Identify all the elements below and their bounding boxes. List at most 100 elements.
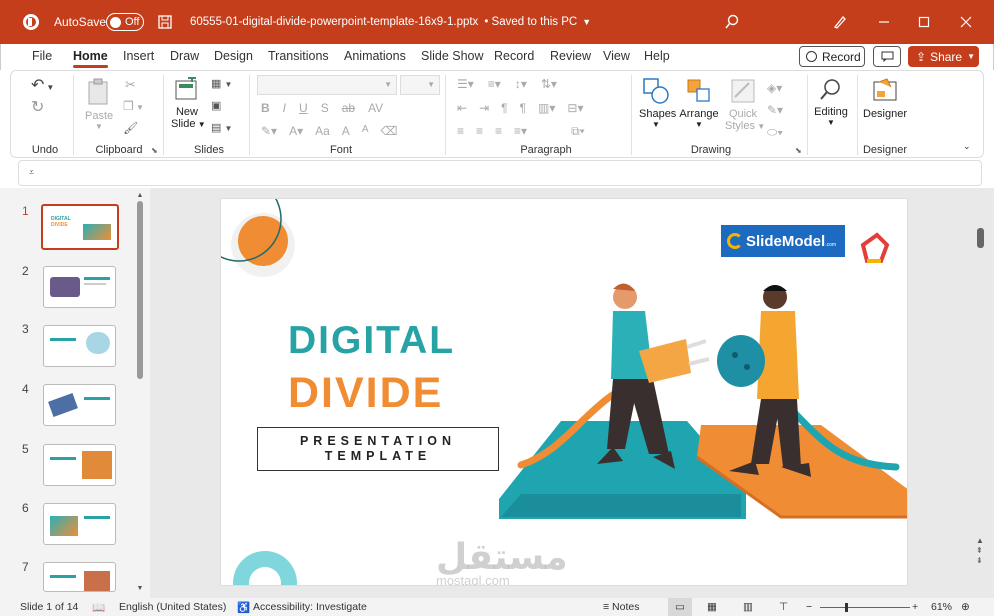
zoom-out-icon[interactable]: − bbox=[806, 601, 812, 613]
grow-font-button[interactable]: A bbox=[342, 124, 350, 138]
shadow-button[interactable]: S bbox=[321, 101, 329, 115]
editing-button[interactable]: Editing ▼ bbox=[811, 77, 851, 127]
zoom-level[interactable]: 61% bbox=[931, 601, 952, 613]
bold-button[interactable]: B bbox=[261, 101, 270, 115]
shape-effects-icon[interactable]: ⬭▾ bbox=[767, 121, 783, 143]
arrange-button[interactable]: Arrange ▼ bbox=[679, 77, 719, 129]
slide-scrollbar[interactable]: ▲ ⇞ ⇟ bbox=[976, 190, 986, 596]
zoom-slider[interactable] bbox=[820, 603, 910, 612]
align-left-icon[interactable]: ≡ bbox=[457, 124, 464, 139]
sort-icon[interactable]: ⇅▾ bbox=[541, 77, 557, 91]
bullets-icon[interactable]: ☰▾ bbox=[457, 77, 474, 91]
thumbnails-scrollbar[interactable]: ▲ ▼ bbox=[136, 192, 144, 592]
tab-transitions[interactable]: Transitions bbox=[268, 49, 329, 63]
slide-sorter-icon[interactable]: ▦ bbox=[707, 601, 717, 613]
slide-thumbnail-4[interactable] bbox=[43, 384, 116, 426]
dialog-launcher-icon[interactable]: ⬊ bbox=[151, 146, 158, 155]
ltr-icon[interactable]: ¶ bbox=[520, 101, 526, 115]
language-status[interactable]: English (United States) bbox=[119, 601, 226, 613]
slide-thumbnail-7[interactable] bbox=[43, 562, 116, 592]
copy-icon[interactable]: ❐ ▼ bbox=[123, 99, 144, 113]
format-painter-icon[interactable]: 🖌 bbox=[123, 121, 138, 135]
tab-file[interactable]: File bbox=[32, 49, 52, 63]
accessibility-icon[interactable]: ♿ bbox=[237, 601, 250, 614]
dialog-launcher-icon[interactable]: ⬊ bbox=[795, 146, 802, 155]
notes-button[interactable]: ≡ Notes bbox=[603, 601, 639, 613]
autosave-toggle[interactable]: Off bbox=[106, 0, 144, 44]
tab-help[interactable]: Help bbox=[644, 49, 670, 63]
shape-fill-icon[interactable]: ◈▾ bbox=[767, 77, 783, 99]
tab-view[interactable]: View bbox=[603, 49, 630, 63]
underline-button[interactable]: U bbox=[299, 101, 308, 115]
save-icon[interactable] bbox=[158, 0, 172, 44]
tab-insert[interactable]: Insert bbox=[123, 49, 154, 63]
align-center-icon[interactable]: ≡ bbox=[476, 124, 483, 139]
slide-canvas[interactable]: SlideModel .com DIGITAL DIVIDE PRESENTATI… bbox=[220, 198, 908, 586]
slide-thumbnail-3[interactable] bbox=[43, 325, 116, 367]
zoom-slider-thumb[interactable] bbox=[844, 603, 848, 612]
reading-view-icon[interactable]: ▥ bbox=[743, 601, 753, 613]
tab-review[interactable]: Review bbox=[550, 49, 591, 63]
layout-icon[interactable]: ▦ ▼ bbox=[211, 77, 232, 90]
italic-button[interactable]: I bbox=[283, 101, 286, 115]
slide-thumbnail-1[interactable]: DIGITAL DIVIDE bbox=[41, 204, 119, 250]
clear-format-icon[interactable]: ⌫ bbox=[380, 124, 397, 138]
paste-button[interactable]: Paste ▼ bbox=[85, 77, 113, 131]
change-case-button[interactable]: Aa bbox=[315, 124, 330, 138]
tab-home[interactable]: Home bbox=[73, 49, 108, 68]
rtl-icon[interactable]: ¶ bbox=[501, 101, 507, 115]
fit-to-window-icon[interactable]: ⊕ bbox=[961, 601, 970, 613]
minimize-button[interactable] bbox=[878, 0, 890, 44]
search-icon[interactable] bbox=[724, 0, 740, 44]
slide-thumbnail-6[interactable] bbox=[43, 503, 116, 545]
record-button[interactable]: Record bbox=[799, 46, 865, 67]
justify-icon[interactable]: ≡▾ bbox=[514, 124, 527, 139]
section-icon[interactable]: ▤ ▼ bbox=[211, 121, 232, 134]
highlight-icon[interactable]: A▾ bbox=[289, 124, 303, 138]
numbering-icon[interactable]: ≡▾ bbox=[488, 77, 501, 91]
font-size-select[interactable]: ▼ bbox=[400, 75, 440, 95]
slide-subtitle-box[interactable]: PRESENTATION TEMPLATE bbox=[257, 427, 499, 471]
font-family-select[interactable]: ▼ bbox=[257, 75, 397, 95]
increase-indent-icon[interactable]: ⇥ bbox=[479, 101, 489, 115]
maximize-button[interactable] bbox=[918, 0, 930, 44]
reset-icon[interactable]: ▣ bbox=[211, 99, 221, 112]
columns-icon[interactable]: ▥▾ bbox=[538, 101, 555, 115]
accessibility-status[interactable]: Accessibility: Investigate bbox=[253, 601, 367, 613]
tab-animations[interactable]: Animations bbox=[344, 49, 406, 63]
cut-icon[interactable]: ✂ bbox=[125, 77, 136, 93]
spell-check-icon[interactable]: 📖 bbox=[92, 601, 105, 614]
tab-design[interactable]: Design bbox=[214, 49, 253, 63]
collapse-ribbon-icon[interactable]: ⌄ bbox=[963, 141, 971, 152]
comments-button[interactable] bbox=[873, 46, 901, 67]
quick-styles-button[interactable]: Quick Styles ▼ bbox=[725, 77, 765, 132]
font-color-icon[interactable]: ✎▾ bbox=[261, 124, 277, 138]
slide-thumbnail-2[interactable] bbox=[43, 266, 116, 308]
strikethrough-button[interactable]: ab bbox=[342, 101, 355, 115]
undo-icon[interactable]: ↶ ▼ bbox=[31, 75, 54, 95]
share-button[interactable]: ⇪ Share ▼ bbox=[908, 46, 979, 67]
slide-thumbnail-5[interactable] bbox=[43, 444, 116, 486]
pen-icon[interactable] bbox=[832, 0, 848, 44]
shrink-font-button[interactable]: A bbox=[362, 124, 369, 138]
designer-button[interactable]: Designer bbox=[863, 77, 907, 120]
align-right-icon[interactable]: ≡ bbox=[495, 124, 502, 139]
slideshow-icon[interactable]: ⊤ bbox=[779, 601, 788, 613]
tab-record[interactable]: Record bbox=[494, 49, 534, 63]
tab-draw[interactable]: Draw bbox=[170, 49, 199, 63]
char-spacing-button[interactable]: AV bbox=[368, 101, 383, 115]
slide-title-line-2[interactable]: DIVIDE bbox=[288, 369, 443, 418]
zoom-in-icon[interactable]: + bbox=[912, 601, 918, 613]
customize-toolbar-icon[interactable]: ⩡ bbox=[29, 167, 34, 178]
shapes-button[interactable]: Shapes ▼ bbox=[639, 77, 676, 129]
smartart-icon[interactable]: ⧉▾ bbox=[571, 124, 585, 139]
shape-outline-icon[interactable]: ✎▾ bbox=[767, 99, 783, 121]
tab-slide-show[interactable]: Slide Show bbox=[421, 49, 484, 63]
close-button[interactable] bbox=[960, 0, 972, 44]
document-title[interactable]: 60555-01-digital-divide-powerpoint-templ… bbox=[190, 0, 591, 44]
new-slide-button[interactable]: New Slide ▼ bbox=[171, 74, 206, 130]
slide-count[interactable]: Slide 1 of 14 bbox=[20, 601, 78, 613]
slide-title-line-1[interactable]: DIGITAL bbox=[288, 319, 455, 363]
line-spacing-icon[interactable]: ↕▾ bbox=[515, 77, 527, 91]
decrease-indent-icon[interactable]: ⇤ bbox=[457, 101, 467, 115]
